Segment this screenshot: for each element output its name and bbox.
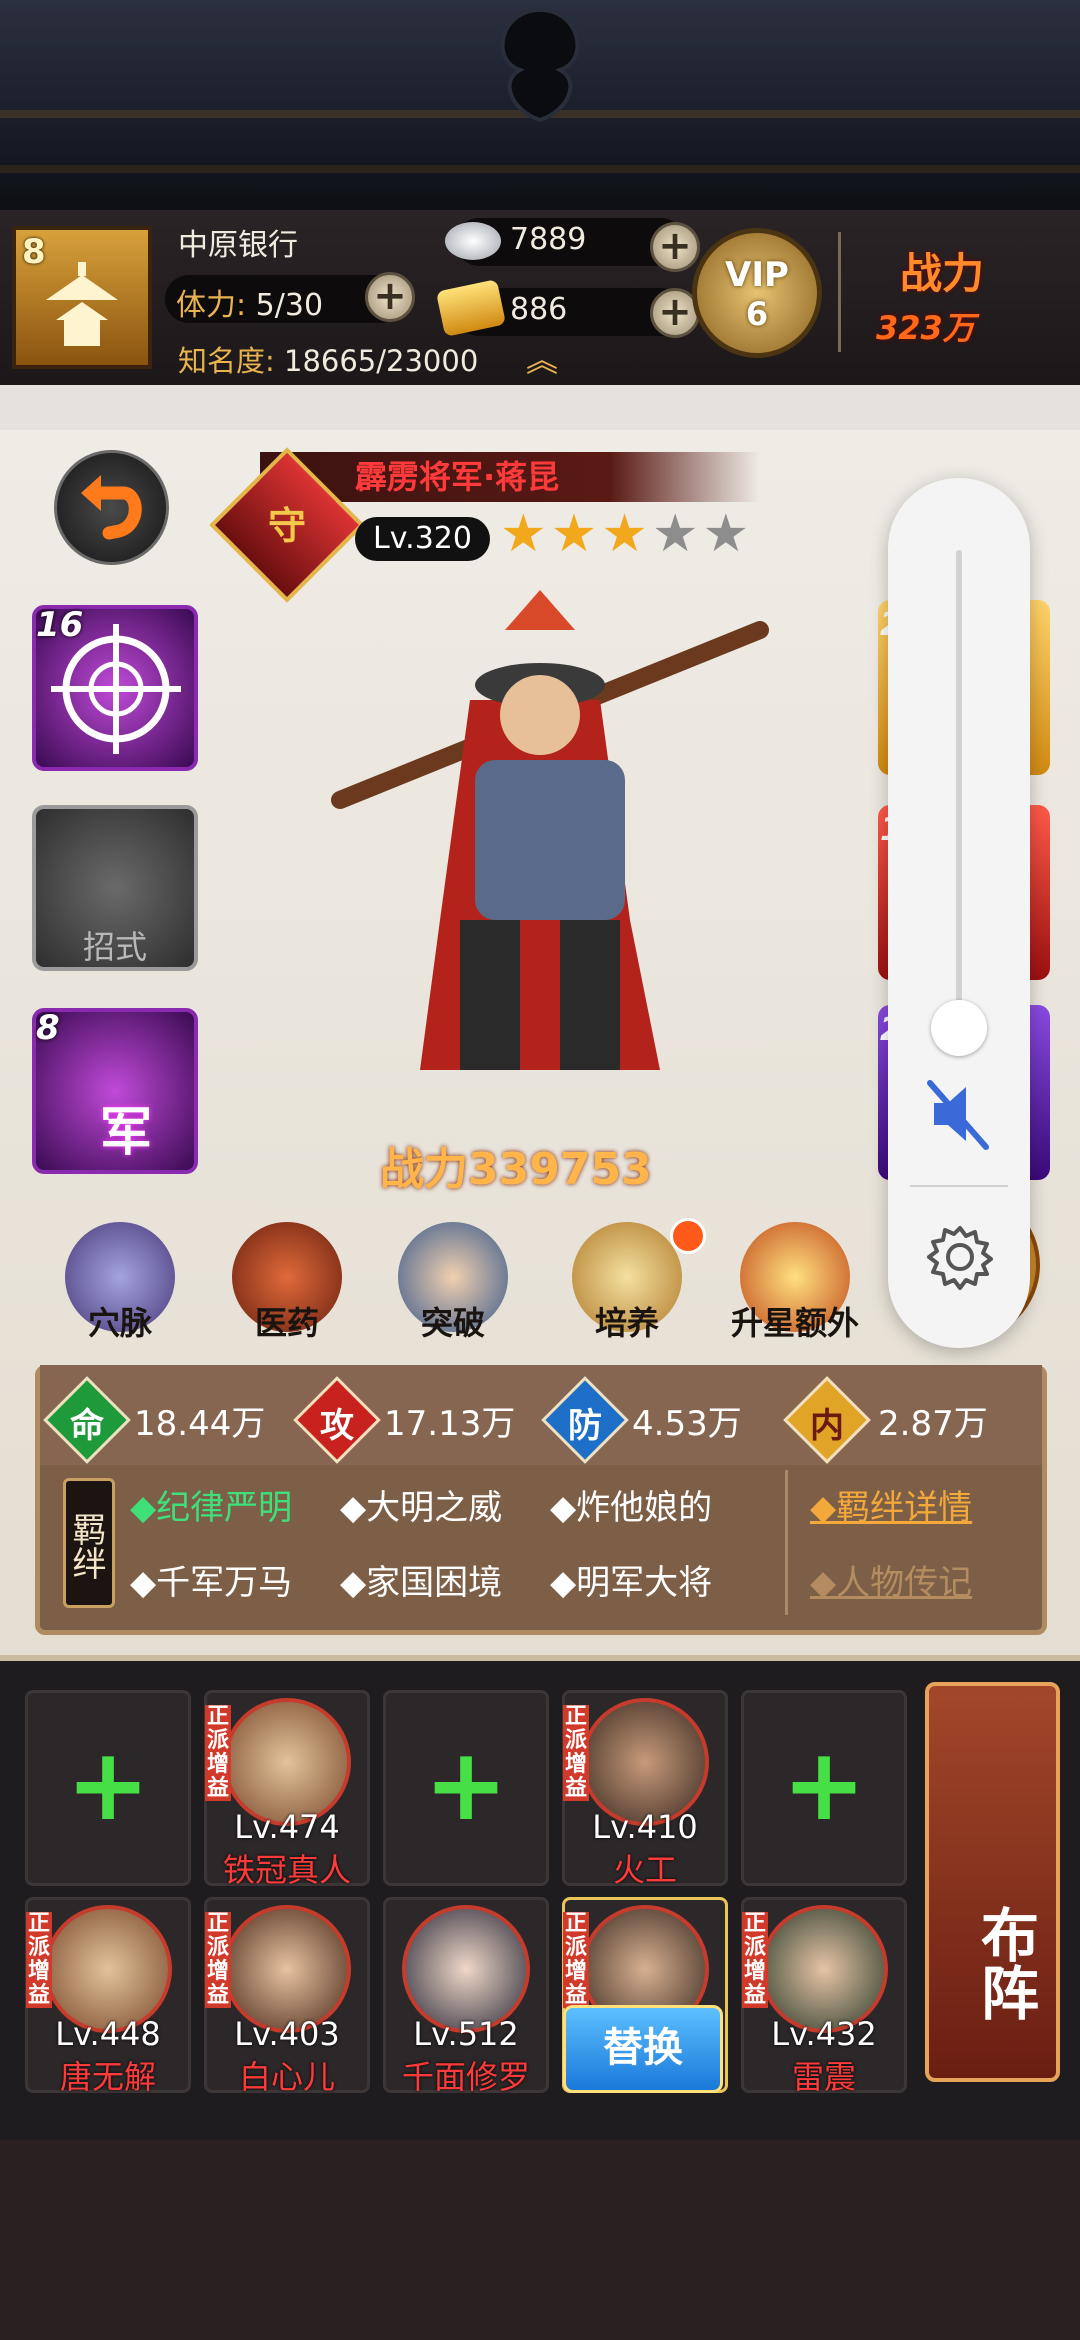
defense-value: 4.53万 [632, 1404, 742, 1444]
hero-avatar [223, 1905, 351, 2033]
fame-label: 知名度: [178, 344, 275, 378]
biography-link[interactable]: ◆人物传记 [810, 1555, 972, 1604]
add-hero-icon: + [782, 1726, 866, 1843]
add-hero-icon: + [66, 1726, 150, 1843]
stamina-label: 体力: [176, 288, 247, 323]
star-empty-icon: ★ [702, 504, 750, 564]
slot-name: 唐无解 [59, 2058, 156, 2096]
hero-avatar [223, 1698, 351, 1826]
back-button[interactable] [54, 450, 169, 565]
add-hero-icon: + [424, 1726, 508, 1843]
func-label-medicine: 医药 [254, 1304, 319, 1342]
divider [838, 232, 841, 352]
bond-item: ◆千军万马 [130, 1563, 293, 1603]
star-empty-icon: ★ [651, 504, 699, 564]
hero-power: 战力339753 [380, 1144, 652, 1195]
add-silver-button[interactable]: + [650, 222, 700, 272]
func-label-star-upgrade: 升星额外 [730, 1304, 859, 1342]
fame-value: 18665/23000 [284, 344, 479, 378]
slot-name: 铁冠真人 [222, 1851, 351, 1889]
hero-avatar [402, 1905, 530, 2033]
slot-name: 白心儿 [238, 2058, 335, 2096]
buff-tag: 正派增益 [742, 1911, 768, 2008]
func-label-training: 培养 [594, 1304, 659, 1342]
func-label-breakthrough: 突破 [420, 1304, 485, 1342]
slot-level: Lv.448 [55, 2015, 161, 2053]
silver-value: 7889 [510, 222, 587, 257]
skill-count: 8 [36, 1008, 60, 1048]
skill-count: 16 [36, 605, 84, 645]
replace-button[interactable]: 替换 [563, 2005, 723, 2093]
army-glyph: 军 [100, 1103, 153, 1163]
hero-avatar [44, 1905, 172, 2033]
total-power-value: 323万 [876, 309, 975, 347]
footer-pattern [0, 2140, 1080, 2340]
slot-level: Lv.512 [413, 2015, 519, 2053]
buff-tag: 正派增益 [205, 1911, 231, 2008]
defense-glyph: 防 [568, 1406, 602, 1446]
vip-text: VIP 6 [700, 255, 814, 333]
slot-level: Lv.403 [234, 2015, 340, 2053]
hero-avatar [581, 1698, 709, 1826]
inner-power-value: 2.87万 [878, 1404, 988, 1444]
bond-detail-link[interactable]: ◆羁绊详情 [810, 1480, 972, 1529]
func-label-meridian: 穴脉 [87, 1304, 152, 1342]
slot-level: Lv.432 [771, 2015, 877, 2053]
bond-item: ◆纪律严明 [130, 1488, 293, 1528]
player-level: 8 [22, 232, 46, 272]
total-power-label: 战力 [900, 249, 985, 298]
overlay-divider [910, 1185, 1008, 1187]
buff-tag: 正派增益 [563, 1911, 589, 2008]
vip-level: 6 [745, 295, 769, 333]
vip-label: VIP [725, 255, 789, 295]
attack-value: 17.13万 [384, 1404, 516, 1444]
expand-chevron-icon[interactable]: ︽ [526, 344, 558, 376]
silver-ingot-icon [445, 222, 501, 260]
roof-ornament [500, 7, 580, 123]
skill-slot-label: 招式 [82, 928, 147, 966]
bond-item: ◆大明之威 [340, 1488, 503, 1528]
slot-name: 千面修罗 [401, 2058, 530, 2096]
slot-name: 雷震 [791, 2058, 856, 2096]
bond-item: ◆明军大将 [550, 1563, 713, 1603]
hero-portrait [331, 590, 769, 1070]
add-stamina-button[interactable]: + [365, 272, 415, 322]
arrange-formation-button[interactable] [925, 1682, 1060, 2082]
star-filled-icon: ★ [601, 504, 648, 564]
bank-label: 中原银行 [178, 228, 298, 263]
bond-item: ◆家国困境 [340, 1563, 503, 1603]
slot-level: Lv.410 [592, 1808, 698, 1846]
hp-value: 18.44万 [134, 1404, 266, 1444]
buff-tag: 正派增益 [205, 1704, 231, 1801]
hero-avatar [760, 1905, 888, 2033]
buff-tag: 正派增益 [26, 1911, 52, 2008]
hero-name: 霹雳将军·蒋昆 [355, 458, 560, 496]
inner-power-glyph: 内 [810, 1406, 844, 1446]
volume-slider-thumb[interactable] [931, 1000, 987, 1056]
volume-slider-track[interactable] [956, 550, 962, 1030]
star-rating: ★ ★ ★ ★ ★ [500, 508, 749, 560]
rank-text: 守 [267, 504, 306, 548]
speaker-muted-icon[interactable] [920, 1075, 998, 1153]
hp-glyph: 命 [70, 1406, 104, 1446]
star-filled-icon: ★ [550, 504, 598, 564]
hero-level: Lv.320 [355, 517, 490, 561]
star-filled-icon: ★ [500, 504, 547, 564]
attack-glyph: 攻 [320, 1406, 354, 1446]
slot-name: 火工 [612, 1851, 677, 1889]
slot-level: Lv.474 [234, 1808, 340, 1846]
divider [785, 1470, 788, 1615]
arrange-formation-label: 布阵 [971, 1905, 1039, 2021]
bond-label: 羁绊 [63, 1478, 115, 1608]
return-arrow-icon [81, 475, 142, 540]
bond-item: ◆炸他娘的 [550, 1488, 713, 1528]
stamina-value: 5/30 [255, 288, 324, 323]
notification-dot [670, 1218, 706, 1254]
separator-band [0, 385, 1080, 430]
gear-icon[interactable] [925, 1222, 995, 1292]
gold-value: 886 [510, 292, 568, 327]
buff-tag: 正派增益 [563, 1704, 589, 1801]
